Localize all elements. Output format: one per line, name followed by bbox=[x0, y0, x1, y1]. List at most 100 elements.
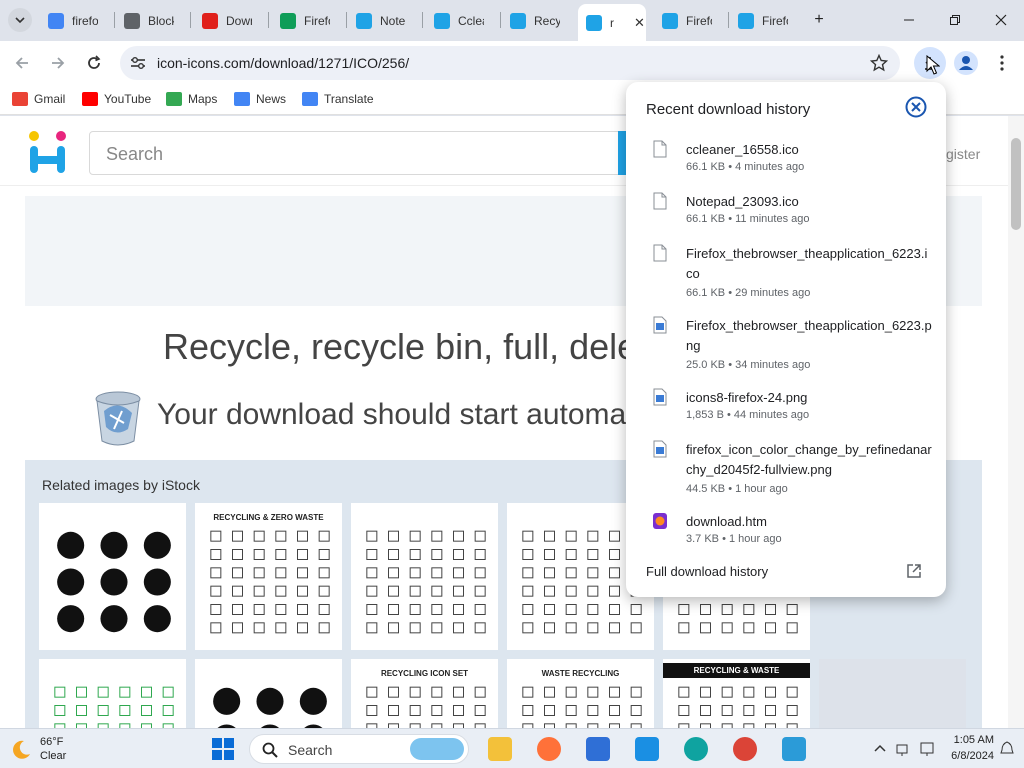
edge-icon[interactable] bbox=[684, 737, 708, 761]
close-tab-icon[interactable]: ✕ bbox=[634, 15, 645, 31]
windows-start-icon[interactable] bbox=[212, 738, 234, 760]
image-file-icon bbox=[653, 316, 667, 334]
notification-bell-icon[interactable] bbox=[1000, 741, 1014, 757]
download-filename[interactable]: Notepad_23093.ico bbox=[686, 192, 932, 212]
iconicons-logo-icon[interactable] bbox=[28, 131, 68, 175]
file-icon bbox=[653, 140, 667, 158]
site-info-icon[interactable] bbox=[130, 56, 146, 70]
related-image-thumbnail[interactable] bbox=[39, 503, 186, 650]
forward-button[interactable] bbox=[44, 49, 72, 77]
taskbar-time[interactable]: 1:05 AM bbox=[944, 734, 994, 746]
browser-tab[interactable]: Recyc bbox=[502, 6, 574, 35]
photos-icon[interactable] bbox=[635, 737, 659, 761]
chevron-down-icon bbox=[15, 17, 25, 24]
download-filename[interactable]: firefox_icon_color_change_by_refinedanar… bbox=[686, 440, 932, 480]
browser-tab[interactable]: Firefo bbox=[654, 6, 726, 35]
taskbar-date[interactable]: 6/8/2024 bbox=[944, 750, 994, 762]
related-image-thumbnail[interactable]: RECYCLING & ZERO WASTE bbox=[195, 503, 342, 650]
volume-icon[interactable] bbox=[920, 741, 936, 757]
browser-tab[interactable]: Block bbox=[116, 6, 188, 35]
chevron-up-icon[interactable] bbox=[874, 743, 886, 753]
full-download-history-link[interactable]: Full download history bbox=[646, 564, 768, 579]
related-image-thumbnail[interactable]: RECYCLING ICON SET bbox=[351, 659, 498, 728]
tab-label: Down bbox=[226, 13, 252, 28]
menu-button[interactable] bbox=[994, 53, 1010, 73]
firefox-icon[interactable] bbox=[537, 737, 561, 761]
related-image-thumbnail[interactable] bbox=[351, 503, 498, 650]
maps-icon bbox=[166, 92, 182, 106]
browser-tab[interactable]: Down bbox=[194, 6, 266, 35]
related-image-thumbnail[interactable] bbox=[819, 659, 966, 728]
moon-weather-icon[interactable] bbox=[10, 739, 32, 761]
related-image-thumbnail[interactable]: WASTE RECYCLING bbox=[507, 659, 654, 728]
recycling-icons-grid bbox=[210, 530, 330, 634]
windows-taskbar: 66°F Clear Search 1:05 AM 6/8/2024 bbox=[0, 728, 1024, 768]
tab-separator bbox=[728, 12, 729, 28]
iconicons-icon bbox=[738, 12, 754, 29]
browser-tab[interactable]: Notep bbox=[348, 6, 420, 35]
microsoft-store-icon[interactable] bbox=[586, 737, 610, 761]
register-link[interactable]: gister bbox=[946, 146, 980, 162]
related-image-thumbnail[interactable] bbox=[195, 659, 342, 728]
download-filename[interactable]: icons8-firefox-24.png bbox=[686, 388, 932, 408]
bookmark-star-icon[interactable] bbox=[870, 54, 888, 72]
reload-button[interactable] bbox=[80, 49, 108, 77]
browser-tab[interactable]: Firefo bbox=[272, 6, 344, 35]
weather-condition[interactable]: Clear bbox=[40, 750, 66, 762]
new-tab-button[interactable]: + bbox=[805, 8, 833, 32]
tab-separator bbox=[268, 12, 269, 28]
browser-tab[interactable]: Cclea bbox=[426, 6, 498, 35]
network-icon[interactable] bbox=[896, 741, 912, 757]
firefox-file-icon bbox=[653, 513, 667, 529]
bookmark-translate[interactable]: Translate bbox=[302, 92, 374, 106]
image-file-icon bbox=[653, 440, 667, 458]
url-text[interactable]: icon-icons.com/download/1271/ICO/256/ bbox=[157, 55, 409, 71]
download-filename[interactable]: ccleaner_16558.ico bbox=[686, 140, 932, 160]
back-button[interactable] bbox=[8, 49, 36, 77]
sheets-icon bbox=[280, 12, 296, 29]
person-icon bbox=[959, 56, 973, 70]
google-icon bbox=[48, 12, 64, 29]
file-icon bbox=[653, 244, 667, 262]
scrollbar-thumb[interactable] bbox=[1011, 138, 1021, 230]
bookmark-gmail[interactable]: Gmail bbox=[12, 92, 65, 106]
browser-tab[interactable]: Firefo bbox=[730, 6, 802, 35]
opera-icon bbox=[202, 12, 218, 29]
browser-tab[interactable]: firefo bbox=[40, 6, 112, 35]
site-search-input[interactable]: Search bbox=[89, 131, 629, 175]
open-external-icon[interactable] bbox=[906, 563, 922, 579]
notepad-icon[interactable] bbox=[782, 737, 806, 761]
file-explorer-icon[interactable] bbox=[488, 737, 512, 761]
tab-separator bbox=[422, 12, 423, 28]
profile-button[interactable] bbox=[954, 51, 978, 75]
taskbar-search-input[interactable]: Search bbox=[249, 734, 469, 764]
recycle-bin-full-icon bbox=[95, 391, 141, 446]
address-bar[interactable]: icon-icons.com/download/1271/ICO/256/ bbox=[120, 46, 900, 80]
bookmark-maps[interactable]: Maps bbox=[166, 92, 217, 106]
restore-button[interactable] bbox=[941, 8, 969, 32]
tab-search-button[interactable] bbox=[8, 8, 32, 32]
tab-label: Cclea bbox=[458, 13, 484, 28]
reload-icon bbox=[88, 55, 101, 69]
page-scrollbar[interactable] bbox=[1008, 116, 1024, 728]
tab-separator bbox=[190, 12, 191, 28]
bookmark-youtube[interactable]: YouTube bbox=[82, 92, 151, 106]
iconicons-icon bbox=[510, 12, 526, 29]
download-filename[interactable]: download.htm bbox=[686, 512, 932, 532]
close-circle-icon[interactable] bbox=[905, 96, 927, 118]
download-meta: 3.7 KB • 1 hour ago bbox=[686, 533, 782, 545]
close-window-button[interactable] bbox=[987, 8, 1015, 32]
download-filename[interactable]: Firefox_thebrowser_theapplication_6223.i… bbox=[686, 244, 932, 284]
related-image-thumbnail[interactable]: RECYCLING & WASTE bbox=[663, 659, 810, 728]
file-icon bbox=[653, 192, 667, 210]
related-image-thumbnail[interactable] bbox=[39, 659, 186, 728]
weather-temperature[interactable]: 66°F bbox=[40, 736, 63, 748]
youtube-icon bbox=[82, 92, 98, 106]
bookmark-news[interactable]: News bbox=[234, 92, 286, 106]
translate-icon bbox=[302, 92, 318, 106]
close-icon bbox=[995, 14, 1007, 26]
download-filename[interactable]: Firefox_thebrowser_theapplication_6223.p… bbox=[686, 316, 932, 356]
browser-tab[interactable]: r ✕ bbox=[578, 4, 646, 41]
chrome-icon[interactable] bbox=[733, 737, 757, 761]
minimize-button[interactable] bbox=[895, 8, 923, 32]
